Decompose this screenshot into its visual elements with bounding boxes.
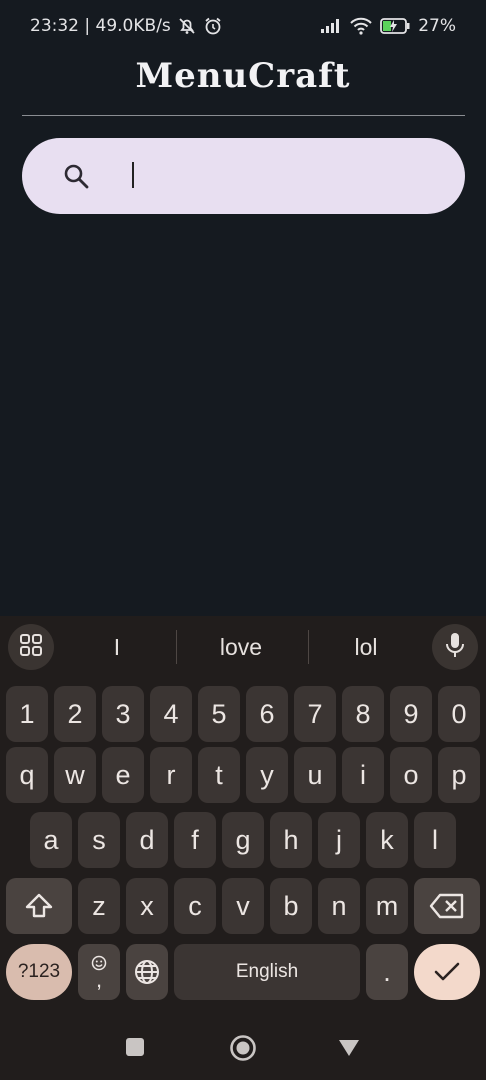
voice-input-button[interactable] [432,624,478,670]
key-s[interactable]: s [78,812,120,868]
key-b[interactable]: b [270,878,312,934]
shift-icon [24,892,54,920]
keyboard: I love lol 1 2 3 4 5 6 7 8 9 0 q w e r t… [0,616,486,1080]
alarm-icon [203,16,223,36]
key-y[interactable]: y [246,747,288,803]
key-g[interactable]: g [222,812,264,868]
enter-key[interactable] [414,944,480,1000]
suggestion-2[interactable]: love [181,630,301,664]
suggestion-divider [176,630,177,664]
shift-key[interactable] [6,878,72,934]
key-e[interactable]: e [102,747,144,803]
key-w[interactable]: w [54,747,96,803]
key-0[interactable]: 0 [438,686,480,742]
key-j[interactable]: j [318,812,360,868]
suggestion-3[interactable]: lol [306,630,426,664]
apps-grid-icon [19,633,43,661]
checkmark-icon [433,960,461,984]
language-key[interactable] [126,944,168,1000]
key-d[interactable]: d [126,812,168,868]
key-i[interactable]: i [342,747,384,803]
app-title: MenuCraft [135,56,351,96]
globe-icon [133,958,161,986]
title-divider [22,115,465,116]
symbols-key[interactable]: ?123 [6,944,72,1000]
status-right: 27% [320,16,456,36]
battery-charging-icon [380,18,410,34]
key-f[interactable]: f [174,812,216,868]
key-u[interactable]: u [294,747,336,803]
signal-icon [320,18,342,34]
backspace-icon [429,893,465,919]
search-bar[interactable] [22,138,465,214]
key-1[interactable]: 1 [6,686,48,742]
wifi-icon [350,17,372,35]
space-key[interactable]: English [174,944,360,1000]
apps-grid-button[interactable] [8,624,54,670]
key-5[interactable]: 5 [198,686,240,742]
status-left: 23:32 | 49.0KB/s [30,16,223,36]
text-caret [132,162,134,188]
key-o[interactable]: o [390,747,432,803]
key-q[interactable]: q [6,747,48,803]
key-m[interactable]: m [366,878,408,934]
comma-label: , [95,967,103,992]
status-bar: 23:32 | 49.0KB/s 27% [0,0,486,52]
key-h[interactable]: h [270,812,312,868]
home-circle-icon[interactable] [229,1034,257,1066]
key-k[interactable]: k [366,812,408,868]
emoji-comma-key[interactable]: , [78,944,120,1000]
suggestion-1[interactable]: I [57,630,177,664]
back-triangle-icon[interactable] [337,1038,361,1062]
alarm-off-icon [177,16,197,36]
search-input[interactable] [110,156,410,196]
recents-square-icon[interactable] [124,1036,146,1062]
status-time-speed: 23:32 | 49.0KB/s [30,16,171,36]
key-2[interactable]: 2 [54,686,96,742]
key-x[interactable]: x [126,878,168,934]
microphone-icon [444,632,466,662]
period-key[interactable]: . [366,944,408,1000]
key-r[interactable]: r [150,747,192,803]
key-p[interactable]: p [438,747,480,803]
search-icon [62,162,90,190]
key-a[interactable]: a [30,812,72,868]
key-z[interactable]: z [78,878,120,934]
key-l[interactable]: l [414,812,456,868]
key-3[interactable]: 3 [102,686,144,742]
key-c[interactable]: c [174,878,216,934]
key-9[interactable]: 9 [390,686,432,742]
key-t[interactable]: t [198,747,240,803]
key-v[interactable]: v [222,878,264,934]
navigation-bar [0,1018,486,1080]
key-7[interactable]: 7 [294,686,336,742]
key-4[interactable]: 4 [150,686,192,742]
suggestion-strip: I love lol [0,616,486,676]
key-n[interactable]: n [318,878,360,934]
battery-percent: 27% [418,16,456,36]
key-8[interactable]: 8 [342,686,384,742]
key-6[interactable]: 6 [246,686,288,742]
backspace-key[interactable] [414,878,480,934]
